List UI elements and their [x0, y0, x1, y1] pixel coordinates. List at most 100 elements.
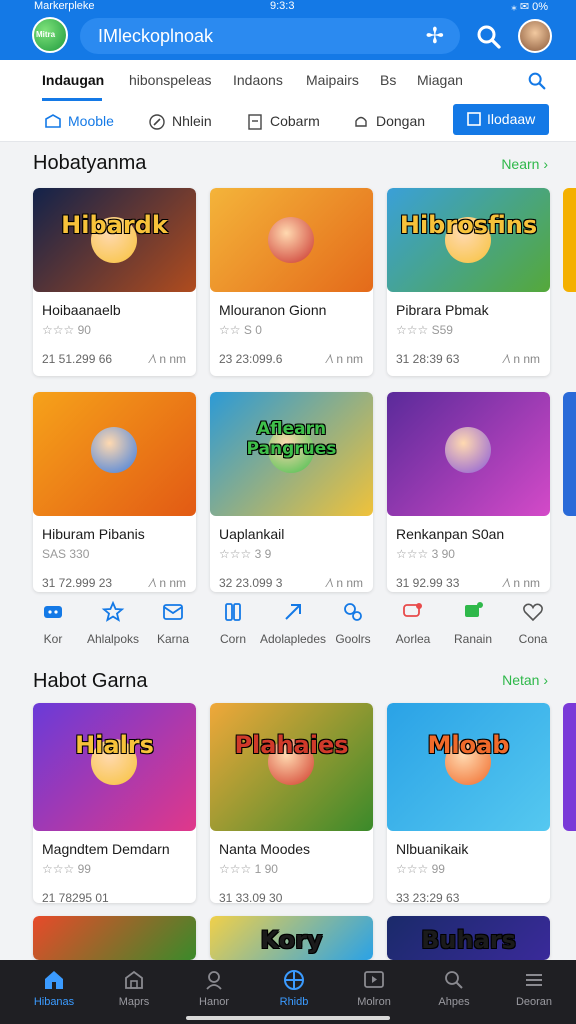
game-art-title: Hibardk — [61, 211, 168, 239]
game-rating: ☆☆☆ 90 — [42, 323, 91, 337]
character-illustration — [268, 217, 314, 263]
see-more-link[interactable]: Netan › — [502, 672, 548, 688]
game-card[interactable] — [33, 916, 196, 960]
game-downloads: 31 33.09 30 — [219, 891, 283, 903]
app-logo[interactable]: Mitra — [32, 17, 68, 53]
game-downloads: 31 92.99 33 — [396, 576, 460, 590]
puzzle-icon — [344, 603, 362, 621]
game-artwork — [210, 188, 373, 292]
game-card[interactable]: Plahaies Nanta Moodes ☆☆☆ 1 90 31 33.09 30 — [210, 703, 373, 903]
game-title: Uaplankail — [219, 526, 285, 542]
chat-icon — [403, 603, 422, 617]
book-icon — [467, 112, 481, 126]
category-row: Kor Ahlalpoks Karna Corn Adolapledes Goolrs Ao… — [0, 596, 576, 656]
box-icon — [45, 114, 61, 128]
tab-search-icon[interactable] — [526, 70, 548, 92]
bell-icon — [355, 116, 367, 127]
nav-item-5[interactable]: Ahpes — [418, 968, 490, 1008]
game-downloads: 21 51.299 66 — [42, 352, 113, 366]
game-downloads: 33 23:29 63 — [396, 891, 460, 903]
game-meta: ∕\ n nm — [327, 576, 363, 590]
game-rating: SAS 330 — [42, 547, 90, 561]
game-art-title: Plahaies — [234, 731, 349, 759]
game-artwork — [33, 916, 196, 960]
pen-icon — [149, 114, 165, 130]
game-card[interactable]: Buhars — [387, 916, 550, 960]
game-title: Renkanpan S0an — [396, 526, 505, 542]
tab-5[interactable]: Miagan — [417, 72, 463, 88]
game-title: Nlbuanikaik — [396, 841, 469, 857]
avatar[interactable] — [518, 19, 552, 53]
filter-chip-label: Cobarm — [270, 113, 320, 129]
nav-item-4[interactable]: Molron — [338, 968, 410, 1008]
flag-icon — [465, 602, 483, 617]
game-artwork: Aflearn Pangrues — [210, 392, 373, 516]
arrow-icon — [285, 604, 301, 620]
game-card[interactable]: Kory — [210, 916, 373, 960]
game-art-title: Kory — [260, 926, 323, 954]
character-illustration — [91, 427, 137, 473]
game-downloads: 23 23:099.6 — [219, 352, 283, 366]
game-artwork: Plahaies — [210, 703, 373, 831]
mail-icon — [163, 604, 183, 620]
game-card[interactable]: Hialrs Magndtem Demdarn ☆☆☆ 99 21 78295 01 — [33, 703, 196, 903]
tab-0[interactable]: Indaugan — [42, 72, 104, 88]
game-title: Mlouranon Gionn — [219, 302, 327, 318]
status-time: 9:3:3 — [270, 0, 295, 12]
tab-3[interactable]: Maipairs — [306, 72, 359, 88]
game-card[interactable]: Hiburam Pibanis SAS 330 31 72.999 23 ∕\ n n… — [33, 392, 196, 592]
home-icon — [45, 971, 63, 989]
nav-item-3[interactable]: Rhidb — [258, 968, 330, 1008]
nav-item-6[interactable]: Deoran — [498, 968, 570, 1008]
app-bar: Mitra IMleckoplnoak ✢ — [0, 14, 576, 60]
nav-label: Hibanas — [33, 996, 75, 1008]
tab-1[interactable]: hibonspeleas — [129, 72, 212, 88]
tab-2[interactable]: Indaons — [233, 72, 283, 88]
character-illustration — [445, 427, 491, 473]
character-illustration — [91, 928, 137, 960]
game-rating: ☆☆☆ 99 — [396, 862, 445, 876]
game-rating: ☆☆ S 0 — [219, 323, 262, 337]
game-card[interactable]: Mlouranon Gionn ☆☆ S 0 23 23:099.6 ∕\ n nm — [210, 188, 373, 376]
game-title: Hiburam Pibanis — [42, 526, 145, 542]
game-card[interactable]: Hibrosfins Pibrara Pbmak ☆☆☆ S59 31 28:39 6… — [387, 188, 550, 376]
nav-item-0[interactable]: Hibanas — [18, 968, 90, 1008]
game-meta: ∕\ n nm — [504, 576, 540, 590]
search-field-text: IMleckoplnoak — [98, 26, 214, 46]
nav-label: Ahpes — [438, 996, 470, 1008]
game-card[interactable]: Hibardk Hoibaanaelb ☆☆☆ 90 21 51.299 66 ∕\ n… — [33, 188, 196, 376]
bottom-navigation: Hibanas Maprs Hanor Rhidb Molron Ahpes Deoran — [0, 960, 576, 1024]
section-title: Hobatyanma — [33, 152, 147, 174]
game-card[interactable]: Renkanpan S0an ☆☆☆ 3 90 31 92.99 33 ∕\ n nm — [387, 392, 550, 592]
game-artwork: Kory — [210, 916, 373, 960]
category-8[interactable]: Cona — [498, 600, 568, 646]
game-art-title: Buhars — [421, 926, 516, 954]
game-downloads: 31 28:39 63 — [396, 352, 460, 366]
filter-chip-active[interactable]: Ilodaaw — [453, 104, 549, 135]
menu-icon — [526, 974, 542, 986]
game-card[interactable]: Mloab Nlbuanikaik ☆☆☆ 99 33 23:29 63 — [387, 703, 550, 903]
add-icon[interactable]: ✢ — [426, 23, 444, 49]
game-card[interactable]: Aflearn Pangrues Uaplankail ☆☆☆ 3 9 32 23.0… — [210, 392, 373, 592]
game-title: Magndtem Demdarn — [42, 841, 170, 857]
search-icon[interactable] — [474, 22, 504, 52]
game-artwork: Hibrosfins — [387, 188, 550, 292]
nav-label: Hanor — [199, 996, 229, 1008]
see-more-link[interactable]: Nearn › — [501, 156, 548, 172]
game-rating: ☆☆☆ 3 90 — [396, 547, 455, 561]
peek-card — [563, 188, 576, 292]
game-rating: ☆☆☆ 1 90 — [219, 862, 278, 876]
game-meta: ∕\ n nm — [150, 576, 186, 590]
search-field[interactable]: IMleckoplnoak ✢ — [80, 18, 460, 54]
status-bar: Markerpleke 9:3:3 ⁎ ✉ 0% — [0, 0, 576, 14]
section-title: Habot Garna — [33, 670, 148, 692]
logo-text: Mitra — [36, 30, 56, 39]
nav-item-1[interactable]: Maprs — [98, 968, 170, 1008]
category-tabs: Indaugan hibonspeleas Indaons Maipairs B… — [0, 60, 576, 102]
tab-4[interactable]: Bs — [380, 72, 396, 88]
nav-item-2[interactable]: Hanor — [178, 968, 250, 1008]
cards-icon — [225, 603, 241, 621]
status-indicators: ⁎ ✉ 0% — [511, 1, 548, 13]
game-artwork: Hialrs — [33, 703, 196, 831]
nav-label: Rhidb — [279, 996, 309, 1008]
